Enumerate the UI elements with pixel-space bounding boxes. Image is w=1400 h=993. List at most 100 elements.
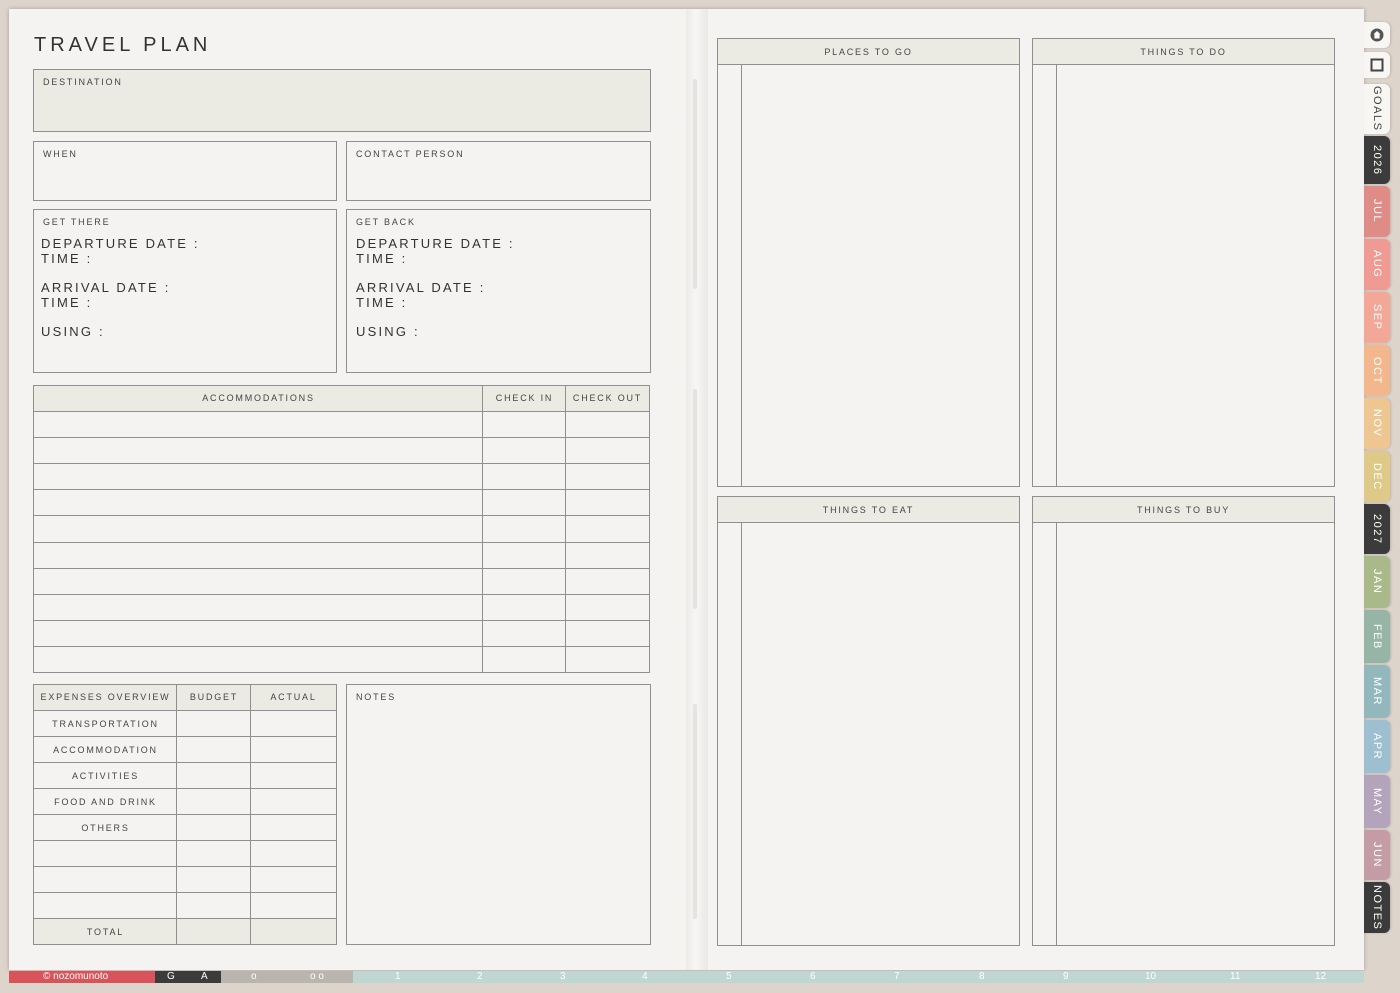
using-label: USING : xyxy=(356,324,420,339)
tab-nov[interactable]: NOV xyxy=(1364,398,1390,449)
table-row[interactable] xyxy=(34,567,649,569)
tab-jan[interactable]: JAN xyxy=(1364,556,1390,608)
bottom-letter-a[interactable]: A xyxy=(201,971,208,983)
table-row[interactable] xyxy=(34,840,336,841)
table-row[interactable] xyxy=(34,411,649,412)
table-row[interactable] xyxy=(34,463,649,465)
bottom-dot[interactable]: o xyxy=(251,971,257,983)
bottom-bar-months xyxy=(353,971,1364,983)
month-link-3[interactable]: 3 xyxy=(560,971,566,983)
table-row[interactable] xyxy=(34,437,649,439)
arrival-date-label: ARRIVAL DATE : xyxy=(41,280,171,295)
bottom-bar-section[interactable] xyxy=(221,971,353,983)
month-link-5[interactable]: 5 xyxy=(726,971,732,983)
month-link-10[interactable]: 10 xyxy=(1145,971,1156,983)
get-back-box[interactable]: GET BACK DEPARTURE DATE : TIME : ARRIVAL… xyxy=(346,209,651,373)
departure-date-label: DEPARTURE DATE : xyxy=(41,236,200,251)
table-row[interactable] xyxy=(34,710,336,711)
when-field[interactable]: WHEN xyxy=(33,141,337,201)
departure-time-label: TIME : xyxy=(41,251,93,266)
things-to-do-box[interactable]: THINGS TO DO xyxy=(1032,38,1335,487)
month-link-8[interactable]: 8 xyxy=(979,971,985,983)
expenses-overview-header: EXPENSES OVERVIEW xyxy=(40,692,171,702)
tab-label: JUN xyxy=(1371,842,1383,868)
tab-label: APR xyxy=(1371,732,1383,761)
arrival-time-label: TIME : xyxy=(41,295,93,310)
tab-label: 2027 xyxy=(1371,513,1383,545)
when-label: WHEN xyxy=(43,149,78,159)
table-row[interactable] xyxy=(34,814,336,815)
contact-person-label: CONTACT PERSON xyxy=(356,149,465,159)
tab-aug[interactable]: AUG xyxy=(1364,239,1390,290)
tab-2026[interactable]: 2026 xyxy=(1364,136,1390,184)
tab-mar[interactable]: MAR xyxy=(1364,665,1390,718)
table-row[interactable] xyxy=(34,762,336,763)
accommodations-header: ACCOMMODATIONS xyxy=(202,393,315,403)
margin-line xyxy=(1056,65,1057,486)
tab-jul[interactable]: JUL xyxy=(1364,186,1390,237)
month-link-1[interactable]: 1 xyxy=(395,971,401,983)
tab-label: MAR xyxy=(1371,677,1383,706)
month-link-2[interactable]: 2 xyxy=(477,971,483,983)
table-row[interactable] xyxy=(34,866,336,867)
bottom-dots[interactable]: o o xyxy=(310,971,324,983)
column-divider xyxy=(482,386,483,672)
table-row[interactable] xyxy=(34,736,336,737)
tab-sep[interactable]: SEP xyxy=(1364,292,1390,343)
tab-oct[interactable]: OCT xyxy=(1364,345,1390,396)
check-in-header: CHECK IN xyxy=(495,393,554,403)
destination-field[interactable]: DESTINATION xyxy=(33,69,651,132)
tab-label: GOALS xyxy=(1371,86,1383,132)
month-link-4[interactable]: 4 xyxy=(642,971,648,983)
table-row[interactable] xyxy=(34,892,336,893)
table-row[interactable] xyxy=(34,515,649,517)
square-icon xyxy=(1370,58,1384,72)
expense-row-label: ACCOMMODATION xyxy=(53,745,158,755)
month-link-11[interactable]: 11 xyxy=(1230,971,1240,983)
bottom-letter-g[interactable]: G xyxy=(167,971,175,983)
tab-goals[interactable]: GOALS xyxy=(1364,84,1390,134)
table-row xyxy=(34,918,336,919)
accommodations-table: ACCOMMODATIONS CHECK IN CHECK OUT xyxy=(33,385,650,673)
tab-apr[interactable]: APR xyxy=(1364,720,1390,773)
month-link-12[interactable]: 12 xyxy=(1315,971,1326,983)
home-icon xyxy=(1370,28,1384,42)
places-to-go-box[interactable]: PLACES TO GO xyxy=(717,38,1020,487)
tab-label: MAY xyxy=(1371,787,1383,816)
tab-may[interactable]: MAY xyxy=(1364,775,1390,828)
binding-ring xyxy=(693,704,697,919)
check-out-header: CHECK OUT xyxy=(572,393,643,403)
page-gutter xyxy=(686,9,708,970)
tab-label: NOTES xyxy=(1371,884,1383,931)
tab-notes[interactable]: NOTES xyxy=(1364,882,1390,933)
tab-dec[interactable]: DEC xyxy=(1364,451,1390,502)
things-to-do-label: THINGS TO DO xyxy=(1140,47,1227,57)
notes-field[interactable]: NOTES xyxy=(346,684,651,945)
things-to-buy-box[interactable]: THINGS TO BUY xyxy=(1032,496,1335,946)
month-link-6[interactable]: 6 xyxy=(810,971,816,983)
tab-home[interactable] xyxy=(1364,22,1390,48)
table-row[interactable] xyxy=(34,489,649,491)
things-to-eat-box[interactable]: THINGS TO EAT xyxy=(717,496,1020,946)
contact-person-field[interactable]: CONTACT PERSON xyxy=(346,141,651,201)
binding-ring xyxy=(693,79,697,289)
budget-header: BUDGET xyxy=(189,692,239,702)
actual-header: ACTUAL xyxy=(270,692,317,702)
table-row[interactable] xyxy=(34,619,649,621)
tab-2027[interactable]: 2027 xyxy=(1364,504,1390,554)
month-link-7[interactable]: 7 xyxy=(894,971,900,983)
expense-row-label: ACTIVITIES xyxy=(71,771,139,781)
table-row[interactable] xyxy=(34,541,649,543)
bottom-bar-section[interactable] xyxy=(155,971,221,983)
notes-label: NOTES xyxy=(356,692,397,702)
table-row[interactable] xyxy=(34,593,649,595)
table-row[interactable] xyxy=(34,788,336,789)
tab-index[interactable] xyxy=(1364,52,1390,78)
tab-label: FEB xyxy=(1371,623,1383,650)
tab-jun[interactable]: JUN xyxy=(1364,830,1390,880)
get-back-label: GET BACK xyxy=(356,217,416,227)
get-there-box[interactable]: GET THERE DEPARTURE DATE : TIME : ARRIVA… xyxy=(33,209,337,373)
month-link-9[interactable]: 9 xyxy=(1063,971,1069,983)
tab-feb[interactable]: FEB xyxy=(1364,610,1390,663)
table-row[interactable] xyxy=(34,645,649,647)
